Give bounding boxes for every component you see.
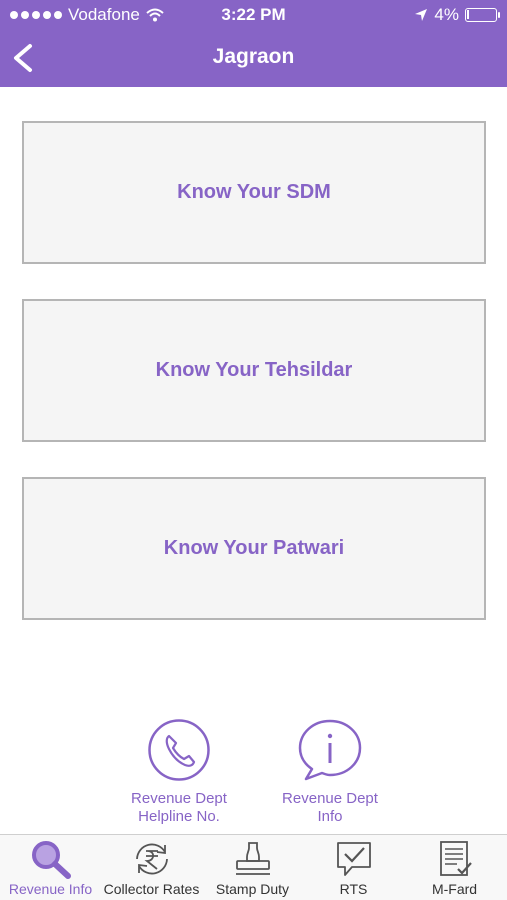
tab-label: M-Fard: [431, 881, 478, 897]
card-label: Know Your Tehsildar: [155, 359, 353, 381]
info-bubble-icon: [298, 719, 362, 781]
tab-bar: Revenue Info Collector Rates Stamp Duty …: [0, 834, 507, 900]
quick-link-label-line1: Revenue Dept: [131, 790, 227, 807]
know-your-sdm-button[interactable]: Know Your SDM: [22, 121, 486, 264]
know-your-patwari-button[interactable]: Know Your Patwari: [22, 477, 486, 620]
card-label: Know Your Patwari: [163, 537, 345, 559]
header: Vodafone 3:22 PM 4% Jagraon: [0, 0, 507, 87]
navbar: Jagraon: [0, 30, 507, 87]
know-your-tehsildar-button[interactable]: Know Your Tehsildar: [22, 299, 486, 442]
tab-label: Stamp Duty: [215, 881, 290, 897]
page-title: Jagraon: [212, 45, 295, 68]
tab-stamp-duty[interactable]: Stamp Duty: [202, 839, 303, 897]
tab-m-fard[interactable]: M-Fard: [404, 839, 505, 897]
location-arrow-icon: [415, 9, 428, 21]
tab-collector-rates[interactable]: Collector Rates: [101, 839, 202, 897]
helpline-link[interactable]: Revenue Dept Helpline No.: [109, 718, 249, 826]
quick-link-label-line2: Helpline No.: [138, 808, 220, 825]
status-bar: Vodafone 3:22 PM 4%: [0, 0, 507, 30]
quick-link-label-line2: Info: [317, 808, 343, 825]
dept-info-link[interactable]: Revenue Dept Info: [260, 718, 400, 826]
quick-link-label-line1: Revenue Dept: [282, 790, 378, 807]
battery-icon: [465, 8, 500, 22]
stamp-icon: [235, 842, 270, 875]
tab-label: Revenue Info: [8, 881, 93, 897]
checkmark-bubble-icon: [336, 842, 371, 876]
search-icon: [31, 841, 71, 879]
tab-label: Collector Rates: [103, 881, 200, 897]
status-right: 4%: [414, 5, 500, 25]
card-label: Know Your SDM: [177, 181, 331, 203]
tab-rts[interactable]: RTS: [303, 839, 404, 897]
battery-percent: 4%: [434, 5, 459, 24]
rupee-refresh-icon: [135, 843, 168, 875]
tab-label: RTS: [339, 881, 368, 897]
phone-icon: [148, 719, 210, 781]
tab-revenue-info[interactable]: Revenue Info: [0, 839, 101, 897]
document-check-icon: [439, 841, 472, 876]
